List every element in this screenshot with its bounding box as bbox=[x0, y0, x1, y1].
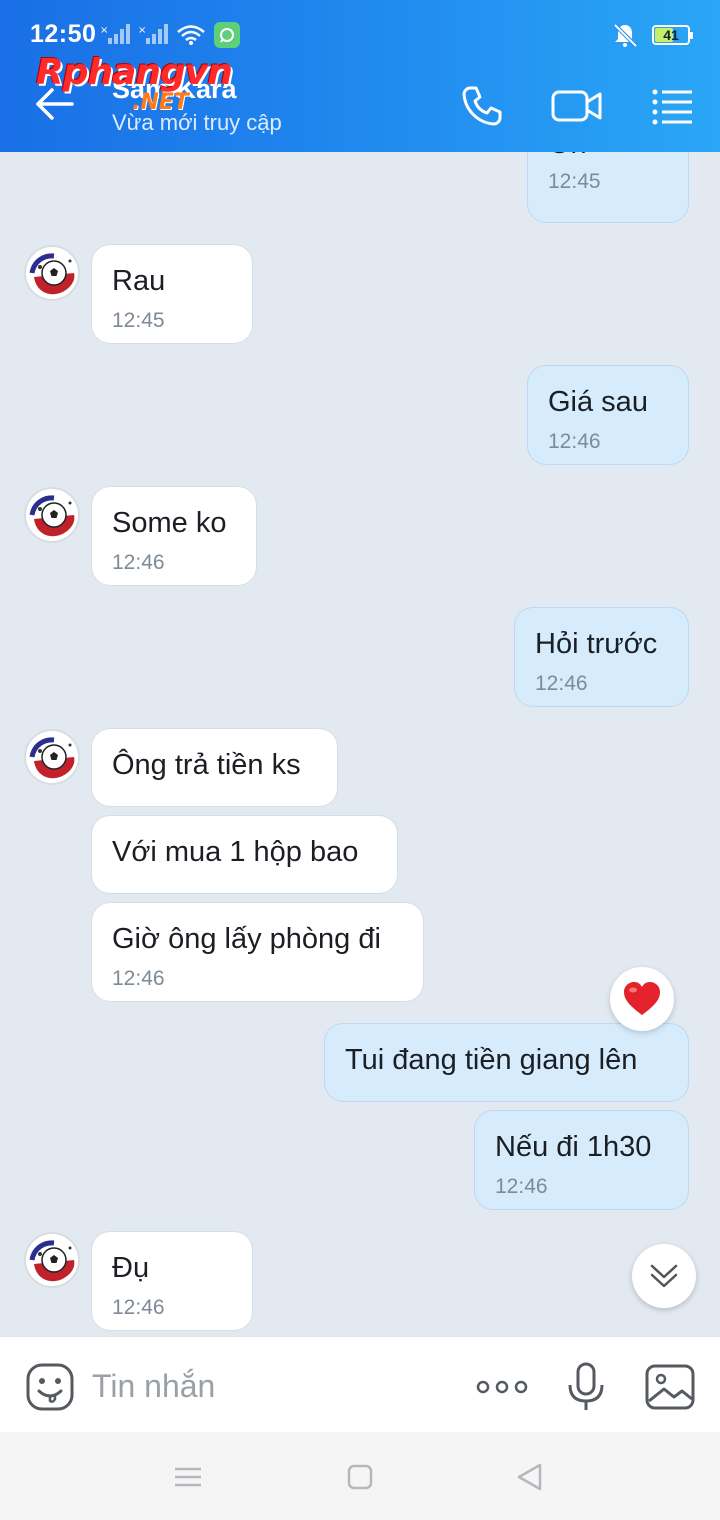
contact-name[interactable]: Sam Kara bbox=[112, 74, 237, 105]
message-composer bbox=[0, 1336, 720, 1432]
more-dots-icon[interactable] bbox=[474, 1361, 530, 1413]
svg-text:×: × bbox=[138, 25, 146, 36]
message-bubble-outgoing[interactable]: Hỏi trước 12:46 bbox=[515, 608, 688, 706]
message-time: 12:46 bbox=[112, 1296, 165, 1319]
top-bar: 12:50 × × 41 Sam Kara Vừa mới truy cập R… bbox=[0, 0, 720, 152]
message-bubble-outgoing[interactable]: Oh 12:45 bbox=[528, 152, 688, 222]
message-bubble-incoming[interactable]: Đụ 12:46 bbox=[92, 1232, 252, 1330]
back-nav-icon[interactable] bbox=[513, 1460, 547, 1494]
home-icon[interactable] bbox=[343, 1460, 377, 1494]
status-left-icons: × × bbox=[100, 22, 240, 48]
contact-status: Vừa mới truy cập bbox=[112, 110, 282, 135]
recent-apps-icon[interactable] bbox=[171, 1460, 205, 1494]
status-right-icons: 41 bbox=[612, 22, 693, 48]
message-text: Nếu đi 1h30 bbox=[495, 1131, 652, 1163]
cellular-signal-icon: × bbox=[138, 24, 168, 44]
message-bubble-incoming[interactable]: Với mua 1 hộp bao bbox=[92, 816, 397, 893]
emoji-sticker-icon[interactable] bbox=[24, 1361, 76, 1413]
message-bubble-incoming[interactable]: Rau 12:45 bbox=[92, 245, 252, 343]
message-text: Ông trả tiền ks bbox=[112, 749, 301, 781]
message-time: 12:46 bbox=[535, 672, 588, 695]
message-bubble-incoming[interactable]: Some ko 12:46 bbox=[92, 487, 256, 585]
system-navigation-bar bbox=[0, 1432, 720, 1520]
contact-avatar[interactable] bbox=[24, 487, 80, 543]
message-bubble-outgoing[interactable]: Tui đang tiền giang lên bbox=[325, 1024, 688, 1101]
microphone-icon[interactable] bbox=[560, 1361, 612, 1413]
mute-bell-icon bbox=[613, 23, 638, 48]
chat-header: Sam Kara Vừa mới truy cập bbox=[0, 56, 720, 152]
image-gallery-icon[interactable] bbox=[644, 1361, 696, 1413]
message-text: Hỏi trước bbox=[535, 628, 658, 660]
chat-message-list[interactable]: Oh 12:45 Rau 12:45 Giá sau 12:46 Some ko bbox=[0, 152, 720, 1336]
cellular-signal-icon: × bbox=[100, 24, 130, 44]
message-text: Giờ ông lấy phòng đi bbox=[112, 923, 381, 955]
app-notification-icon bbox=[214, 22, 240, 48]
wifi-icon bbox=[177, 25, 205, 45]
contact-avatar[interactable] bbox=[24, 729, 80, 785]
contact-avatar[interactable] bbox=[24, 1232, 80, 1288]
battery-level: 41 bbox=[663, 27, 679, 43]
message-input[interactable] bbox=[92, 1363, 452, 1409]
message-text: Với mua 1 hộp bao bbox=[112, 836, 359, 868]
message-time: 12:46 bbox=[495, 1175, 548, 1198]
message-bubble-outgoing[interactable]: Nếu đi 1h30 12:46 bbox=[475, 1111, 688, 1209]
message-time: 12:45 bbox=[548, 170, 601, 193]
list-menu-icon[interactable] bbox=[648, 82, 696, 130]
message-text: Oh bbox=[548, 152, 587, 161]
message-time: 12:45 bbox=[112, 309, 165, 332]
battery-indicator: 41 bbox=[652, 25, 693, 45]
message-time: 12:46 bbox=[112, 551, 165, 574]
svg-text:×: × bbox=[100, 25, 108, 36]
message-reaction[interactable] bbox=[610, 967, 674, 1031]
contact-avatar[interactable] bbox=[24, 245, 80, 301]
message-bubble-incoming[interactable]: Ông trả tiền ks bbox=[92, 729, 337, 806]
message-text: Some ko bbox=[112, 507, 227, 539]
video-camera-icon[interactable] bbox=[550, 82, 604, 130]
message-time: 12:46 bbox=[548, 430, 601, 453]
message-text: Tui đang tiền giang lên bbox=[345, 1044, 638, 1076]
message-bubble-outgoing[interactable]: Giá sau 12:46 bbox=[528, 366, 688, 464]
double-chevron-down-icon bbox=[650, 1264, 678, 1288]
phone-icon[interactable] bbox=[458, 82, 506, 130]
message-time: 12:46 bbox=[112, 967, 165, 990]
back-arrow-icon[interactable] bbox=[32, 80, 80, 128]
message-text: Giá sau bbox=[548, 386, 648, 418]
status-time: 12:50 bbox=[30, 20, 97, 48]
message-text: Đụ bbox=[112, 1252, 150, 1284]
heart-icon bbox=[624, 982, 660, 1015]
message-bubble-incoming[interactable]: Giờ ông lấy phòng đi 12:46 bbox=[92, 903, 423, 1001]
scroll-to-bottom-button[interactable] bbox=[632, 1244, 696, 1308]
message-text: Rau bbox=[112, 265, 166, 297]
